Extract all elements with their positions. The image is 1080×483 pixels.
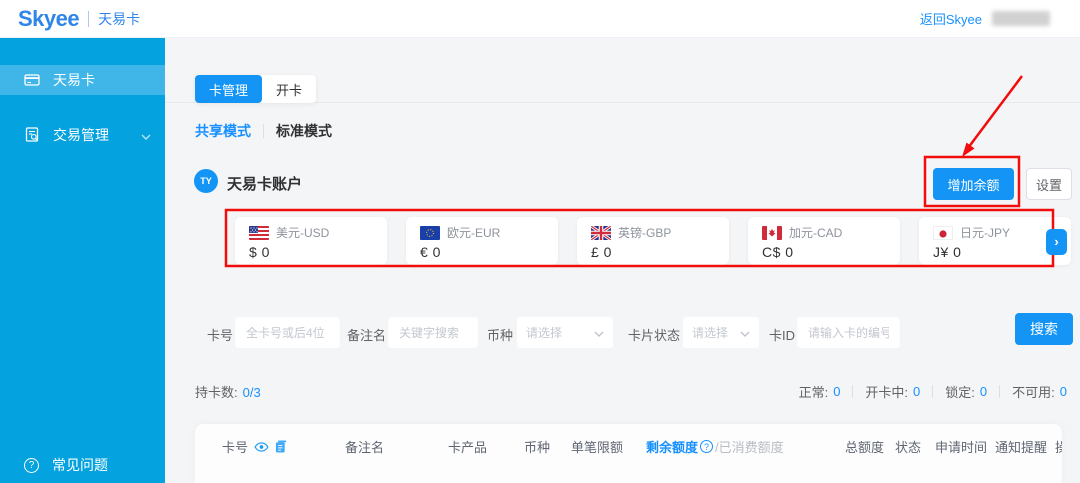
card-status-select[interactable]: 请选择 <box>683 317 759 348</box>
stat-unavailable-value: 0 <box>1060 384 1067 399</box>
annotation-arrow-line <box>968 76 1022 148</box>
mode-switch: 共享模式 标准模式 <box>195 121 332 141</box>
currency-name: 欧元-EUR <box>447 224 500 241</box>
currency-filter-label: 币种 <box>487 325 513 344</box>
stat-locked-label: 锁定: <box>945 382 975 401</box>
currency-name: 美元-USD <box>276 224 329 241</box>
consumed-label: /已消费额度 <box>715 437 784 456</box>
col-apply-time: 申请时间 <box>935 437 987 456</box>
sidebar-item-tianyi-card[interactable]: 天易卡 <box>0 65 165 95</box>
tab-card-management[interactable]: 卡管理 <box>195 75 262 103</box>
col-notify: 通知提醒 <box>995 437 1047 456</box>
account-title: 天易卡账户 <box>227 173 302 194</box>
stat-opening-value: 0 <box>913 384 920 399</box>
ty-account-badge: TY <box>194 169 218 193</box>
col-total-limit: 总额度 <box>845 437 884 456</box>
col-action: 操作 <box>1055 437 1062 456</box>
col-remaining-limit: 剩余额度 ? /已消费额度 <box>646 437 784 456</box>
chevron-down-icon <box>594 325 604 340</box>
status-counts: 正常: 0 开卡中: 0 锁定: 0 不可用: 0 <box>799 382 1067 401</box>
card-number-input[interactable] <box>235 317 340 348</box>
app-root: Skyee 天易卡 返回Skyee 天易卡 交易管理 ? 常见问题 <box>0 0 1080 483</box>
currency-name: 日元-JPY <box>960 224 1010 241</box>
currency-amount: $ 0 <box>249 244 387 260</box>
back-to-skyee-link[interactable]: 返回Skyee <box>920 9 982 28</box>
stat-unavailable-label: 不可用: <box>1012 382 1055 401</box>
card-tabs: 卡管理 开卡 <box>195 75 316 103</box>
currency-select[interactable]: 请选择 <box>517 317 613 348</box>
currency-select-value: 请选择 <box>526 324 562 341</box>
col-product: 卡产品 <box>448 437 487 456</box>
chevron-down-icon <box>740 325 750 340</box>
currency-amount: C$ 0 <box>762 244 900 260</box>
mode-shared[interactable]: 共享模式 <box>195 121 251 141</box>
add-balance-button[interactable]: 增加余额 <box>933 168 1014 200</box>
skyee-logo: Skyee <box>18 6 79 32</box>
col-card-number-label: 卡号 <box>222 437 248 456</box>
col-card-number: 卡号 <box>222 437 287 456</box>
eu-flag-icon <box>420 226 440 240</box>
card-status-select-value: 请选择 <box>692 324 728 341</box>
help-icon[interactable]: ? <box>700 440 713 453</box>
note-label: 备注名 <box>347 325 386 344</box>
currency-amount: £ 0 <box>591 244 729 260</box>
col-status: 状态 <box>895 437 921 456</box>
search-button[interactable]: 搜索 <box>1015 313 1073 345</box>
question-icon: ? <box>24 458 39 473</box>
card-table: 卡号 备注名 卡产品 币种 单笔限额 剩余额度 ? /已消费额度 总额度 状态 … <box>195 424 1062 483</box>
col-single-limit: 单笔限额 <box>571 437 623 456</box>
currency-name: 加元-CAD <box>789 224 842 241</box>
chevron-down-icon <box>141 127 151 143</box>
currency-name: 英镑-GBP <box>618 224 671 241</box>
holding-value: 0/3 <box>243 385 261 400</box>
gb-flag-icon <box>591 226 611 240</box>
currency-card-usd: 美元-USD $ 0 <box>235 217 387 265</box>
col-currency: 币种 <box>524 437 550 456</box>
currency-cards: 美元-USD $ 0 欧元-EUR € 0 英镑-GBP £ 0 <box>235 217 1071 265</box>
stat-divider <box>932 385 933 398</box>
holding-count: 持卡数: 0/3 <box>195 382 261 401</box>
note-input[interactable] <box>388 317 478 348</box>
stat-locked-value: 0 <box>980 384 987 399</box>
settings-button[interactable]: 设置 <box>1026 168 1072 200</box>
currency-amount: € 0 <box>420 244 558 260</box>
card-number-label: 卡号 <box>207 325 233 344</box>
us-flag-icon <box>249 226 269 240</box>
stat-opening-label: 开卡中: <box>865 382 908 401</box>
sidebar: 天易卡 交易管理 ? 常见问题 <box>0 38 165 483</box>
card-status-label: 卡片状态 <box>628 325 680 344</box>
sidebar-item-label: 交易管理 <box>53 125 109 145</box>
logo-product-name: 天易卡 <box>88 11 140 27</box>
eye-icon[interactable] <box>254 442 269 452</box>
remaining-label: 剩余额度 <box>646 437 698 456</box>
sidebar-item-transactions[interactable]: 交易管理 <box>0 120 165 150</box>
currency-card-gbp: 英镑-GBP £ 0 <box>577 217 729 265</box>
ca-flag-icon <box>762 226 782 240</box>
sidebar-item-label: 天易卡 <box>53 70 95 90</box>
sidebar-item-faq[interactable]: ? 常见问题 <box>0 450 165 480</box>
stat-divider <box>852 385 853 398</box>
copy-icon[interactable] <box>275 440 287 453</box>
file-search-icon <box>24 127 40 143</box>
holding-label: 持卡数: <box>195 385 238 400</box>
currency-card-cad: 加元-CAD C$ 0 <box>748 217 900 265</box>
topbar: Skyee 天易卡 返回Skyee <box>0 0 1080 38</box>
annotation-arrow-head <box>962 143 975 158</box>
sidebar-item-label: 常见问题 <box>52 455 108 475</box>
username-redacted[interactable] <box>992 11 1050 26</box>
mode-standard[interactable]: 标准模式 <box>276 121 332 141</box>
card-icon <box>24 72 40 88</box>
stat-normal-label: 正常: <box>799 382 829 401</box>
currency-card-eur: 欧元-EUR € 0 <box>406 217 558 265</box>
stat-divider <box>999 385 1000 398</box>
card-id-label: 卡ID <box>769 325 795 344</box>
tab-open-card[interactable]: 开卡 <box>262 75 316 103</box>
stat-normal-value: 0 <box>833 384 840 399</box>
card-id-input[interactable] <box>797 317 900 348</box>
carousel-next-button[interactable]: › <box>1046 229 1067 255</box>
jp-flag-icon <box>933 226 953 240</box>
mode-divider <box>263 124 264 138</box>
col-note: 备注名 <box>345 437 384 456</box>
